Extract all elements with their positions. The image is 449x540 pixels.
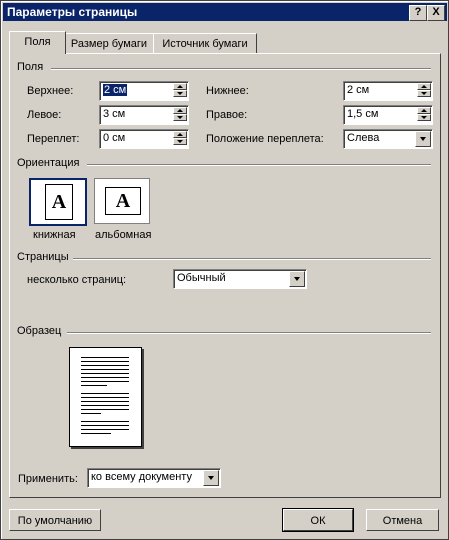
bottom-margin-value: 2 см xyxy=(347,84,370,96)
right-margin-value: 1,5 см xyxy=(347,108,379,120)
close-button[interactable]: X xyxy=(427,5,445,21)
gutter-label: Переплет: xyxy=(27,133,80,145)
multiple-pages-value: Обычный xyxy=(177,272,226,284)
bottom-margin-field[interactable]: 2 см xyxy=(343,81,433,101)
apply-to-select[interactable]: ко всему документу xyxy=(87,468,221,488)
gutter-spinner[interactable] xyxy=(173,131,187,147)
gutter-value: 0 см xyxy=(103,132,126,144)
tab-margins[interactable]: Поля xyxy=(9,31,66,54)
gutter-position-label: Положение переплета: xyxy=(206,133,324,145)
right-margin-label: Правое: xyxy=(206,109,248,121)
help-button[interactable]: ? xyxy=(409,5,427,21)
top-margin-label: Верхнее: xyxy=(27,85,74,97)
tab-paper-size[interactable]: Размер бумаги xyxy=(64,33,154,54)
portrait-label: книжная xyxy=(33,229,76,241)
bottom-margin-spinner[interactable] xyxy=(417,83,431,99)
orientation-group-label: Ориентация xyxy=(17,157,80,169)
tab-paper-source[interactable]: Источник бумаги xyxy=(153,33,257,54)
left-margin-spinner[interactable] xyxy=(173,107,187,123)
landscape-label: альбомная xyxy=(95,229,152,241)
portrait-option[interactable]: A xyxy=(29,178,87,226)
left-margin-label: Левое: xyxy=(27,109,62,121)
cancel-button[interactable]: Отмена xyxy=(366,509,439,531)
right-margin-spinner[interactable] xyxy=(417,107,431,123)
title-bar[interactable]: Параметры страницы ? X xyxy=(3,3,447,21)
divider xyxy=(51,68,431,70)
page-preview xyxy=(69,347,142,447)
portrait-page-icon: A xyxy=(45,184,73,220)
margins-group-label: Поля xyxy=(17,61,44,73)
default-button[interactable]: По умолчанию xyxy=(9,509,101,531)
page-setup-dialog: Параметры страницы ? X Поля Размер бумаг… xyxy=(0,0,449,540)
multiple-pages-select[interactable]: Обычный xyxy=(173,269,307,289)
window-title: Параметры страницы xyxy=(7,5,138,19)
left-margin-value: 3 см xyxy=(103,108,126,120)
chevron-down-icon[interactable] xyxy=(415,131,431,147)
left-margin-field[interactable]: 3 см xyxy=(99,105,189,125)
multiple-pages-label: несколько страниц: xyxy=(27,274,127,286)
top-margin-spinner[interactable] xyxy=(173,83,187,99)
landscape-page-icon: A xyxy=(105,187,141,215)
apply-to-label: Применить: xyxy=(18,473,78,485)
top-margin-field[interactable]: 2 см xyxy=(99,81,189,101)
gutter-position-value: Слева xyxy=(347,132,380,144)
apply-to-value: ко всему документу xyxy=(91,471,192,483)
landscape-option[interactable]: A xyxy=(94,178,150,224)
gutter-field[interactable]: 0 см xyxy=(99,129,189,149)
gutter-position-select[interactable]: Слева xyxy=(343,129,433,149)
chevron-down-icon[interactable] xyxy=(203,470,219,486)
ok-button[interactable]: ОК xyxy=(282,508,354,532)
preview-group-label: Образец xyxy=(17,325,62,337)
chevron-down-icon[interactable] xyxy=(289,271,305,287)
divider xyxy=(67,332,431,334)
right-margin-field[interactable]: 1,5 см xyxy=(343,105,433,125)
divider xyxy=(87,164,431,166)
divider xyxy=(73,258,431,260)
pages-group-label: Страницы xyxy=(17,251,69,263)
top-margin-value: 2 см xyxy=(103,84,128,96)
bottom-margin-label: Нижнее: xyxy=(206,85,249,97)
